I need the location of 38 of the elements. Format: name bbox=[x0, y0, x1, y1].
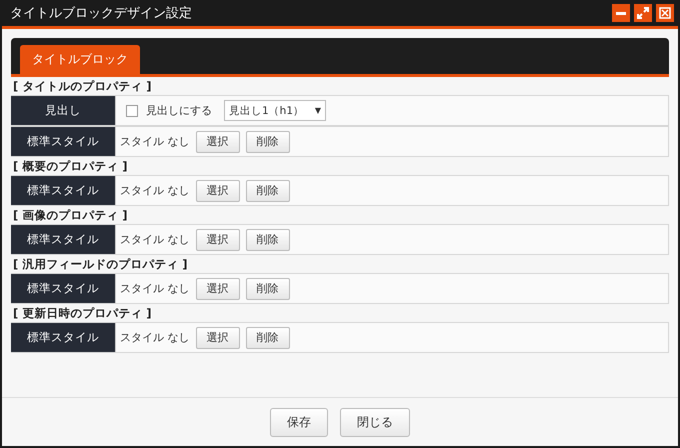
style-button[interactable]: 削除 bbox=[246, 278, 290, 300]
window-control-button[interactable] bbox=[612, 4, 630, 22]
window-control-button[interactable] bbox=[656, 4, 674, 22]
row-label: 標準スタイル bbox=[11, 274, 116, 303]
row-label: 標準スタイル bbox=[11, 323, 116, 352]
style-button[interactable]: 削除 bbox=[246, 180, 290, 202]
footer-button[interactable]: 閉じる bbox=[340, 408, 410, 436]
footer-button[interactable]: 保存 bbox=[270, 408, 328, 436]
style-button[interactable]: 削除 bbox=[246, 326, 290, 348]
checkbox-label: 見出しにする bbox=[146, 103, 212, 118]
section-title: [ タイトルのプロパティ ] bbox=[12, 78, 153, 95]
style-button[interactable]: 選択 bbox=[196, 130, 240, 152]
style-value: スタイル なし bbox=[120, 232, 190, 247]
section-title: [ 更新日時のプロパティ ] bbox=[12, 305, 153, 322]
section-title: [ 概要のプロパティ ] bbox=[12, 158, 129, 175]
style-button[interactable]: 選択 bbox=[196, 180, 240, 202]
section-title: [ 画像のプロパティ ] bbox=[12, 207, 129, 224]
row-label: 見出し bbox=[11, 96, 116, 125]
style-button[interactable]: 削除 bbox=[246, 228, 290, 250]
style-value: スタイル なし bbox=[120, 134, 190, 149]
window-title: タイトルブロックデザイン設定 bbox=[10, 5, 193, 22]
row-label: 標準スタイル bbox=[11, 225, 116, 254]
style-value: スタイル なし bbox=[120, 183, 190, 198]
heading-select[interactable]: 見出し1（h1） ▼ bbox=[224, 100, 326, 121]
close-icon bbox=[659, 7, 671, 19]
style-value: スタイル なし bbox=[120, 281, 190, 296]
tab[interactable]: タイトルブロック bbox=[20, 45, 140, 74]
window-control-button[interactable] bbox=[634, 4, 652, 22]
style-button[interactable]: 選択 bbox=[196, 228, 240, 250]
style-value: スタイル なし bbox=[120, 330, 190, 345]
style-button[interactable]: 選択 bbox=[196, 278, 240, 300]
section-title: [ 汎用フィールドのプロパティ ] bbox=[12, 256, 189, 273]
style-button[interactable]: 選択 bbox=[196, 326, 240, 348]
checkbox[interactable] bbox=[126, 104, 138, 116]
expand-icon bbox=[637, 7, 649, 19]
style-button[interactable]: 削除 bbox=[246, 130, 290, 152]
row-label: 標準スタイル bbox=[11, 176, 116, 205]
row-label: 標準スタイル bbox=[11, 127, 116, 156]
